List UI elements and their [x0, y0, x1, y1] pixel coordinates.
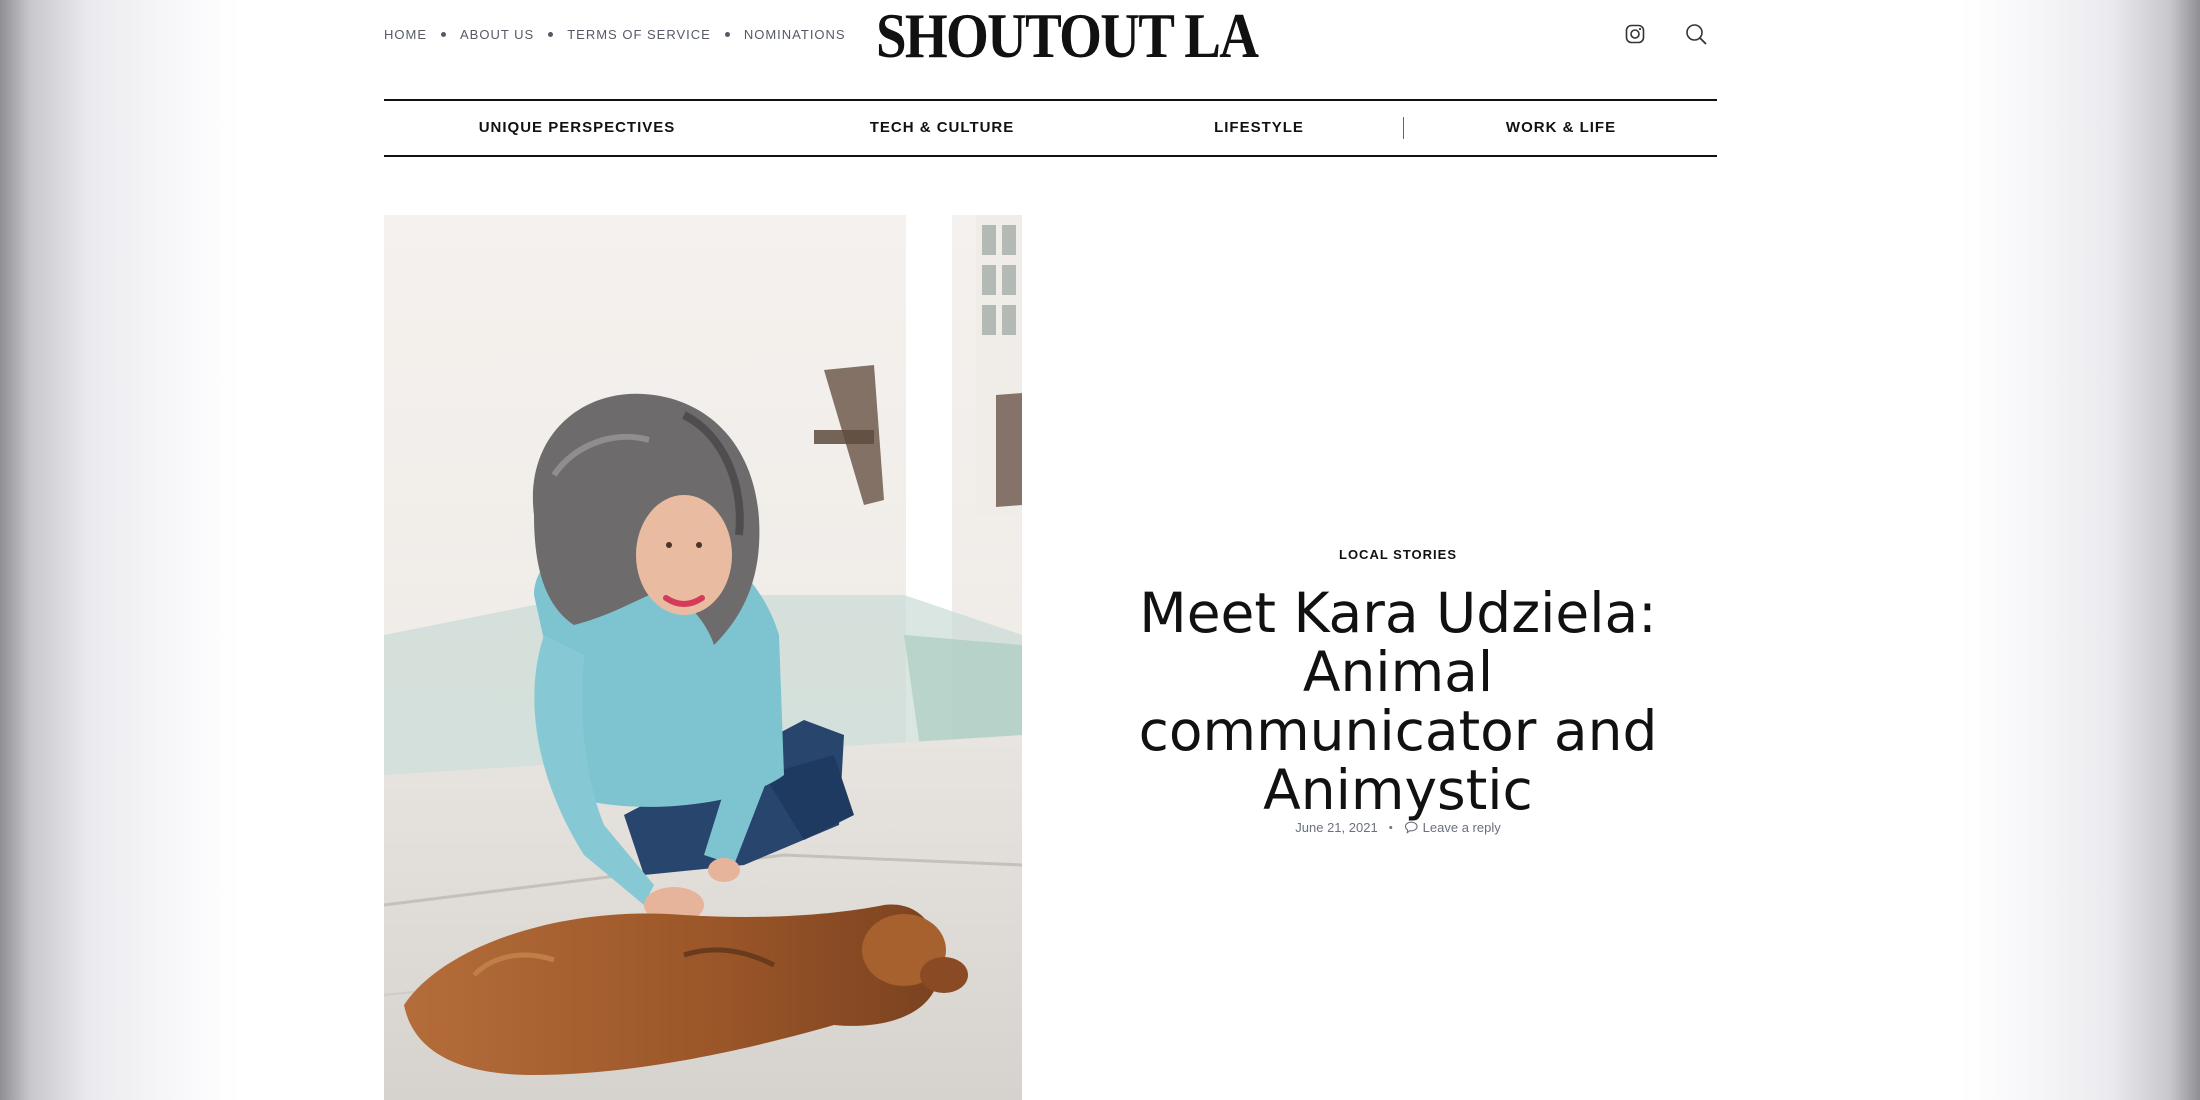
site-logo[interactable]: SHOUTOUT LA — [876, 2, 1259, 69]
article-date: June 21, 2021 — [1295, 820, 1378, 835]
meta-separator — [1389, 826, 1393, 829]
featured-image[interactable] — [384, 215, 1022, 1100]
leave-reply-label: Leave a reply — [1422, 820, 1501, 835]
category-unique-perspectives[interactable]: UNIQUE PERSPECTIVES — [479, 119, 676, 136]
article-meta: June 21, 2021 Leave a reply — [1295, 820, 1500, 835]
page: HOME ABOUT US TERMS OF SERVICE NOMINATIO… — [0, 0, 2200, 1100]
search-icon[interactable] — [1682, 20, 1710, 48]
nav-terms-link[interactable]: TERMS OF SERVICE — [567, 27, 711, 42]
nav-separator — [441, 32, 446, 37]
nav-separator — [548, 32, 554, 37]
article-title[interactable]: Meet Kara Udziela: Animal communicator a… — [1098, 584, 1698, 820]
category-nav: UNIQUE PERSPECTIVES TECH & CULTURE LIFES… — [384, 99, 1717, 157]
instagram-icon[interactable] — [1621, 20, 1649, 48]
nav-home-link[interactable]: HOME — [384, 27, 427, 42]
leave-reply-link[interactable]: Leave a reply — [1405, 820, 1501, 835]
category-work-life[interactable]: WORK & LIFE — [1506, 119, 1616, 136]
nav-nominations-link[interactable]: NOMINATIONS — [744, 27, 846, 42]
nav-separator — [724, 32, 730, 37]
category-tech-culture[interactable]: TECH & CULTURE — [870, 119, 1015, 136]
category-lifestyle[interactable]: LIFESTYLE — [1214, 119, 1304, 136]
nav-about-us-link[interactable]: ABOUT US — [460, 27, 534, 42]
article-category[interactable]: LOCAL STORIES — [1339, 547, 1457, 562]
category-divider — [1403, 117, 1404, 139]
comment-icon — [1405, 821, 1419, 834]
top-nav: HOME ABOUT US TERMS OF SERVICE NOMINATIO… — [384, 27, 846, 42]
